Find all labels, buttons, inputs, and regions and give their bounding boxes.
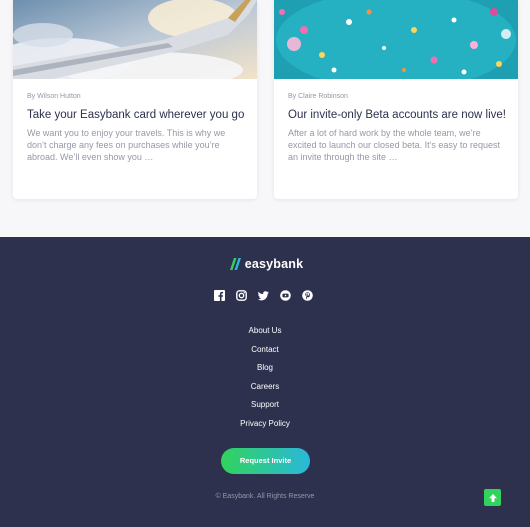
logo-wrap: easybank xyxy=(227,257,304,271)
logo-text: easybank xyxy=(244,257,304,271)
article-card[interactable]: By Claire Robinson Our invite-only Beta … xyxy=(274,0,518,199)
article-excerpt: After a lot of hard work by the whole te… xyxy=(288,127,500,162)
footer-links: About Us Contact Blog Careers Support Pr… xyxy=(0,324,530,435)
airplane-wing-image xyxy=(13,0,257,79)
article-card[interactable]: By Wilson Hutton Take your Easybank card… xyxy=(13,0,257,199)
footer-link-privacy-policy[interactable]: Privacy Policy xyxy=(0,417,530,436)
arrow-up-icon xyxy=(488,493,497,502)
footer-link-support[interactable]: Support xyxy=(0,398,530,417)
article-byline: By Claire Robinson xyxy=(288,93,348,100)
article-body: By Wilson Hutton Take your Easybank card… xyxy=(27,93,247,163)
scroll-to-top-button[interactable] xyxy=(484,489,501,506)
footer-link-careers[interactable]: Careers xyxy=(0,380,530,399)
footer: easybank About Us Contact Blog Careers S… xyxy=(0,237,530,527)
logo-mark-icon xyxy=(229,258,241,270)
twitter-icon[interactable] xyxy=(258,290,269,301)
article-title[interactable]: Our invite-only Beta accounts are now li… xyxy=(288,109,508,123)
logo[interactable]: easybank xyxy=(0,257,530,275)
footer-link-contact[interactable]: Contact xyxy=(0,343,530,362)
request-invite-button[interactable]: Request Invite xyxy=(221,448,310,474)
footer-link-blog[interactable]: Blog xyxy=(0,361,530,380)
articles-section: By Wilson Hutton Take your Easybank card… xyxy=(0,0,530,237)
article-title[interactable]: Take your Easybank card wherever you go xyxy=(27,109,247,123)
instagram-icon[interactable] xyxy=(236,290,247,301)
youtube-icon[interactable] xyxy=(280,290,291,301)
copyright-text: © Easybank. All Rights Reserve xyxy=(215,493,315,500)
confetti-image xyxy=(274,0,518,79)
article-byline: By Wilson Hutton xyxy=(27,93,81,100)
facebook-icon[interactable] xyxy=(214,290,225,301)
article-body: By Claire Robinson Our invite-only Beta … xyxy=(288,93,508,163)
pinterest-icon[interactable] xyxy=(302,290,313,301)
social-icons xyxy=(214,290,313,301)
article-excerpt: We want you to enjoy your travels. This … xyxy=(27,127,226,162)
footer-link-about-us[interactable]: About Us xyxy=(0,324,530,343)
